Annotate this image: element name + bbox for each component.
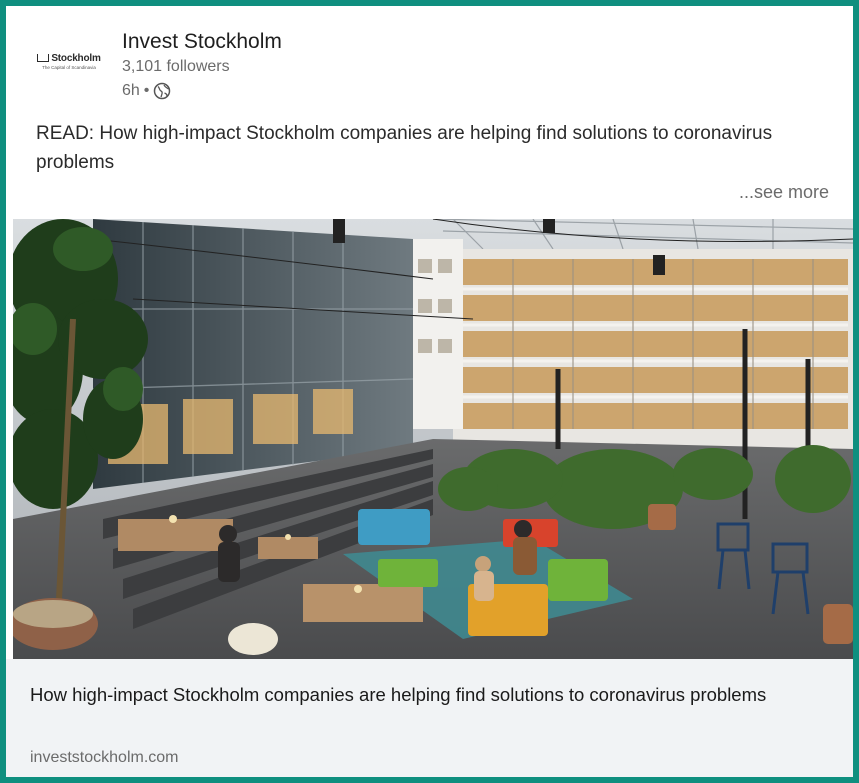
logo-mark-icon [37, 53, 50, 62]
feed-post-card: Stockholm The Capital of Scandinavia Inv… [6, 6, 853, 777]
link-preview-domain: investstockholm.com [30, 749, 179, 766]
globe-icon [154, 82, 171, 100]
link-preview-title[interactable]: How high-impact Stockholm companies are … [30, 680, 830, 710]
post-header: Stockholm The Capital of Scandinavia Inv… [6, 6, 853, 106]
follower-count: 3,101 followers [122, 58, 230, 75]
see-more-button[interactable]: ...see more [739, 182, 829, 203]
meta-separator: • [143, 82, 150, 99]
post-text: READ: How high-impact Stockholm companie… [36, 123, 773, 173]
company-name-link[interactable]: Invest Stockholm [122, 30, 282, 54]
link-preview[interactable]: How high-impact Stockholm companies are … [6, 659, 853, 777]
post-meta: 6h • [122, 82, 171, 100]
logo-tagline: The Capital of Scandinavia [42, 64, 96, 70]
logo-text: Stockholm [51, 52, 101, 64]
post-image[interactable] [13, 219, 853, 659]
company-logo[interactable]: Stockholm The Capital of Scandinavia [34, 44, 104, 78]
post-time: 6h [122, 82, 140, 99]
